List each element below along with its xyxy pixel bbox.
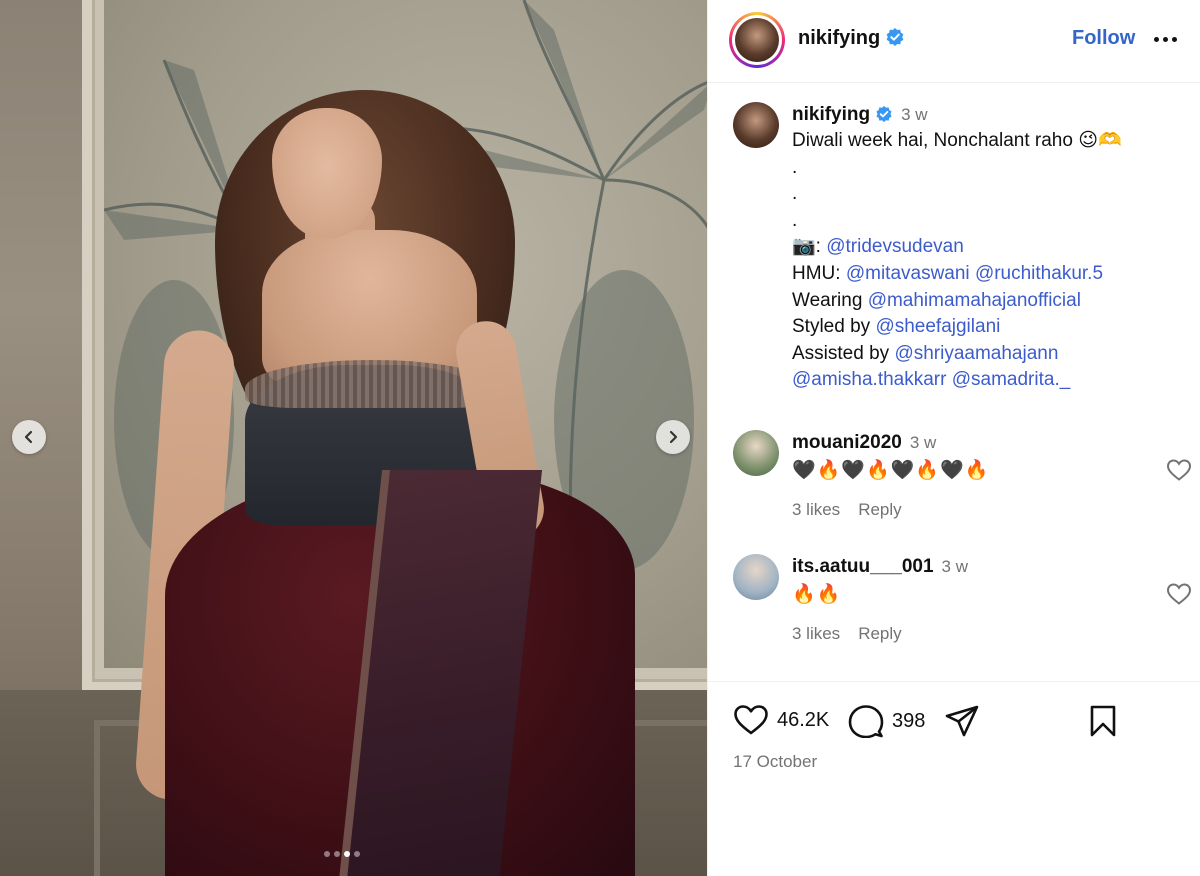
comment-header: its.aatuu___001 3 w [792, 556, 1132, 578]
post-media[interactable] [0, 0, 707, 876]
carousel-dot[interactable] [324, 851, 330, 857]
more-horizontal-icon [1171, 36, 1177, 42]
verified-badge-icon [886, 28, 904, 46]
commenter-avatar[interactable] [733, 554, 779, 600]
caption-dot: . [792, 156, 798, 178]
heart-icon [734, 705, 768, 735]
styled-label: Styled by [792, 316, 876, 338]
mention-link[interactable]: @ruchithakur.5 [975, 263, 1103, 284]
caption-wearing-line: Wearing @mahimamahajanofficial [792, 288, 1182, 315]
comment-icon [848, 705, 884, 738]
author-username-row: nikifying [798, 27, 905, 50]
post-sidebar: nikifying Follow nikifying 3 w Diwali we… [707, 0, 1200, 876]
mention-link[interactable]: @amisha.thakkarr [792, 369, 946, 390]
comment-text: 🖤🔥🖤🔥🖤🔥🖤🔥 [792, 460, 990, 481]
likes-count[interactable]: 46.2K [777, 709, 829, 732]
carousel-dot[interactable] [334, 851, 340, 857]
comment-text: 🔥🔥 [792, 584, 842, 605]
story-ring[interactable] [729, 12, 785, 68]
carousel-dot[interactable] [354, 851, 360, 857]
reply-button[interactable]: Reply [858, 624, 901, 643]
comment-meta: 3 likes Reply [792, 500, 1132, 520]
post-actions: 46.2K 398 17 October [708, 681, 1200, 876]
comment-like-heart-icon[interactable] [1166, 582, 1192, 606]
mention-link[interactable]: @shriyaamahajann [894, 343, 1058, 364]
carousel-prev-button[interactable] [12, 420, 46, 454]
author-username[interactable]: nikifying [798, 27, 880, 49]
comment-likes[interactable]: 3 likes [792, 500, 840, 519]
post-date[interactable]: 17 October [733, 752, 817, 772]
follow-button[interactable]: Follow [1072, 27, 1135, 50]
caption-assisted-line-2: @amisha.thakkarr @samadrita._ [792, 367, 1182, 394]
comments-section[interactable]: nikifying 3 w Diwali week hai, Nonchalan… [708, 84, 1200, 680]
more-horizontal-icon [1162, 36, 1168, 42]
comment-likes[interactable]: 3 likes [792, 624, 840, 643]
bookmark-icon [1090, 705, 1116, 737]
caption-first-line: Diwali week hai, Nonchalant raho 😉🫶 [792, 130, 1122, 151]
chevron-left-icon [24, 430, 33, 444]
camera-emoji: 📷 [792, 236, 816, 258]
caption-dot: . [792, 183, 798, 205]
reply-button[interactable]: Reply [858, 500, 901, 519]
caption-header: nikifying 3 w [792, 104, 1182, 126]
carousel-next-button[interactable] [656, 420, 690, 454]
like-button[interactable]: 46.2K [733, 704, 829, 736]
mention-link[interactable]: @mitavaswani [846, 263, 970, 284]
caption-hmu-line: HMU: @mitavaswani @ruchithakur.5 [792, 261, 1182, 288]
paper-plane-icon [945, 705, 979, 737]
commenter-avatar[interactable] [733, 430, 779, 476]
commenter-username[interactable]: mouani2020 [792, 432, 902, 453]
comments-count[interactable]: 398 [892, 710, 925, 733]
more-horizontal-icon [1153, 36, 1159, 42]
caption-timestamp[interactable]: 3 w [901, 105, 927, 124]
caption-photographer-line: 📷: @tridevsudevan [792, 236, 964, 258]
mention-link[interactable]: @mahimamahajanofficial [868, 290, 1081, 311]
more-options-button[interactable] [1150, 26, 1180, 52]
mention-link[interactable]: @sheefajgilani [875, 316, 1000, 337]
mention-link[interactable]: @tridevsudevan [826, 236, 964, 257]
verified-badge-icon [876, 105, 892, 123]
comment-timestamp[interactable]: 3 w [910, 433, 936, 452]
caption-dot: . [792, 209, 798, 231]
comment-meta: 3 likes Reply [792, 624, 1132, 644]
caption-text: Diwali week hai, Nonchalant raho 😉🫶 . . … [792, 128, 1182, 394]
carousel-indicator [324, 851, 360, 857]
caption-username[interactable]: nikifying [792, 104, 870, 125]
author-avatar[interactable] [735, 18, 779, 62]
caption-author-avatar[interactable] [733, 102, 779, 148]
post-header: nikifying Follow [708, 0, 1200, 83]
assisted-label: Assisted by [792, 342, 895, 364]
save-button[interactable] [1088, 704, 1118, 738]
comment-like-heart-icon[interactable] [1166, 458, 1192, 482]
chevron-right-icon [669, 430, 678, 444]
hmu-label: HMU: [792, 262, 846, 284]
commenter-username[interactable]: its.aatuu___001 [792, 556, 934, 577]
caption-styled-line: Styled by @sheefajgilani [792, 314, 1182, 341]
comment-button[interactable]: 398 [848, 704, 925, 738]
comment-timestamp[interactable]: 3 w [942, 557, 968, 576]
carousel-dot-active[interactable] [344, 851, 350, 857]
mention-link[interactable]: @samadrita._ [952, 369, 1071, 390]
caption-assisted-line: Assisted by @shriyaamahajann [792, 341, 1182, 368]
wearing-label: Wearing [792, 289, 868, 311]
comment-header: mouani2020 3 w [792, 432, 1132, 454]
share-button[interactable] [944, 704, 980, 738]
